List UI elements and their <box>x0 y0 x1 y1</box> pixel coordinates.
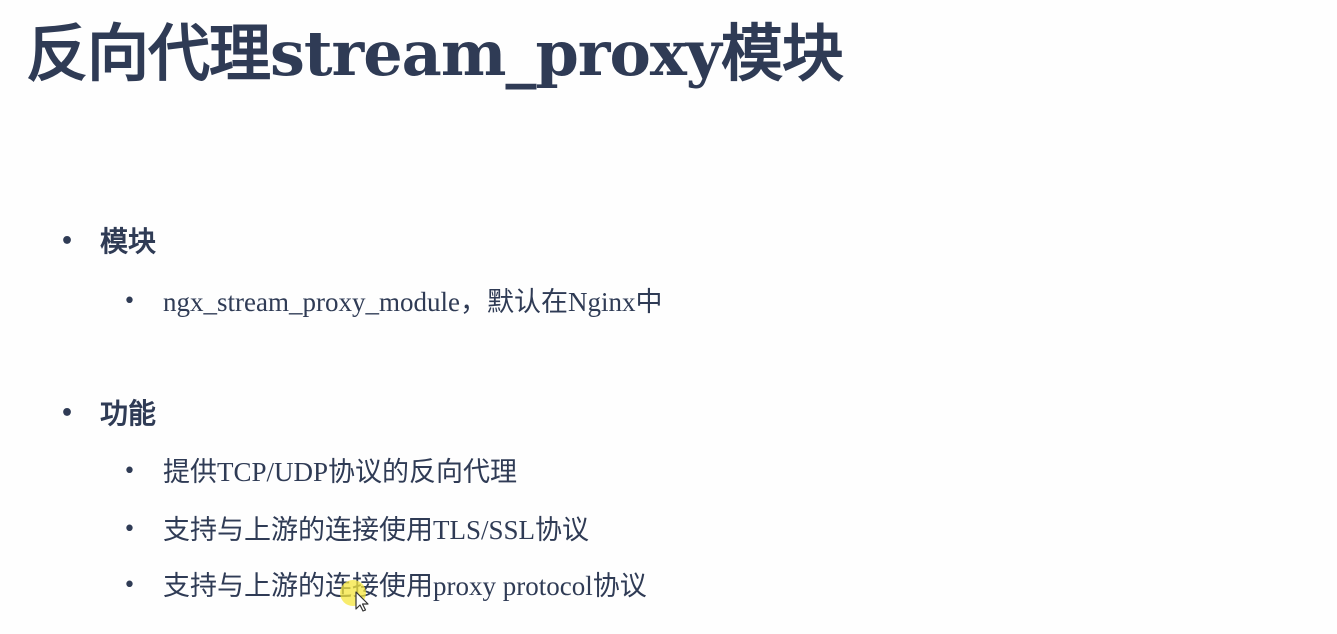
title-cn-part1: 反向代理 <box>26 17 271 90</box>
item-text-cn: 提供 <box>163 457 217 488</box>
bullet-icon: • <box>123 459 136 484</box>
item-text-cn: 支持与上游的连接使用 <box>163 515 433 546</box>
bullet-icon: • <box>60 401 75 426</box>
item-text-cn2: 协议 <box>592 571 647 602</box>
item-text-en: TCP/UDP <box>217 457 329 487</box>
section-heading-module: • 模块 <box>60 220 156 260</box>
section-heading-label: 模块 <box>100 225 157 258</box>
item-text-cn2: 协议的反向代理 <box>328 457 518 488</box>
list-item: • 支持与上游的连接使用TLS/SSL协议 <box>123 508 589 547</box>
bullet-icon: • <box>123 517 136 542</box>
mouse-pointer-icon <box>340 580 369 612</box>
list-item: • ngx_stream_proxy_module，默认在Nginx中 <box>123 280 662 319</box>
slide: 反向代理stream_proxy模块 • 模块 • ngx_stream_proxy… <box>0 0 1337 634</box>
slide-title: 反向代理stream_proxy模块 <box>26 14 844 94</box>
item-text-en: ngx_stream_proxy_module <box>163 287 460 317</box>
item-text-cn: ，默认在 <box>459 287 568 318</box>
title-en-part: stream_proxy <box>270 17 722 90</box>
item-text-en: TLS/SSL <box>433 515 536 545</box>
section-heading-label: 功能 <box>100 397 157 430</box>
list-item: • 支持与上游的连接使用proxy protocol协议 <box>123 564 647 603</box>
item-text-cn2: 中 <box>635 287 663 318</box>
bullet-icon: • <box>123 573 136 598</box>
item-text-en: proxy protocol <box>433 571 593 601</box>
title-cn-part2: 模块 <box>720 17 844 90</box>
bullet-icon: • <box>123 289 136 314</box>
item-text-en2: Nginx <box>567 287 636 317</box>
section-heading-function: • 功能 <box>60 392 156 432</box>
bullet-icon: • <box>60 229 75 254</box>
item-text-cn: 支持与上游的连接使用 <box>163 571 433 602</box>
list-item: • 提供TCP/UDP协议的反向代理 <box>123 450 517 489</box>
item-text-cn2: 协议 <box>535 515 590 546</box>
